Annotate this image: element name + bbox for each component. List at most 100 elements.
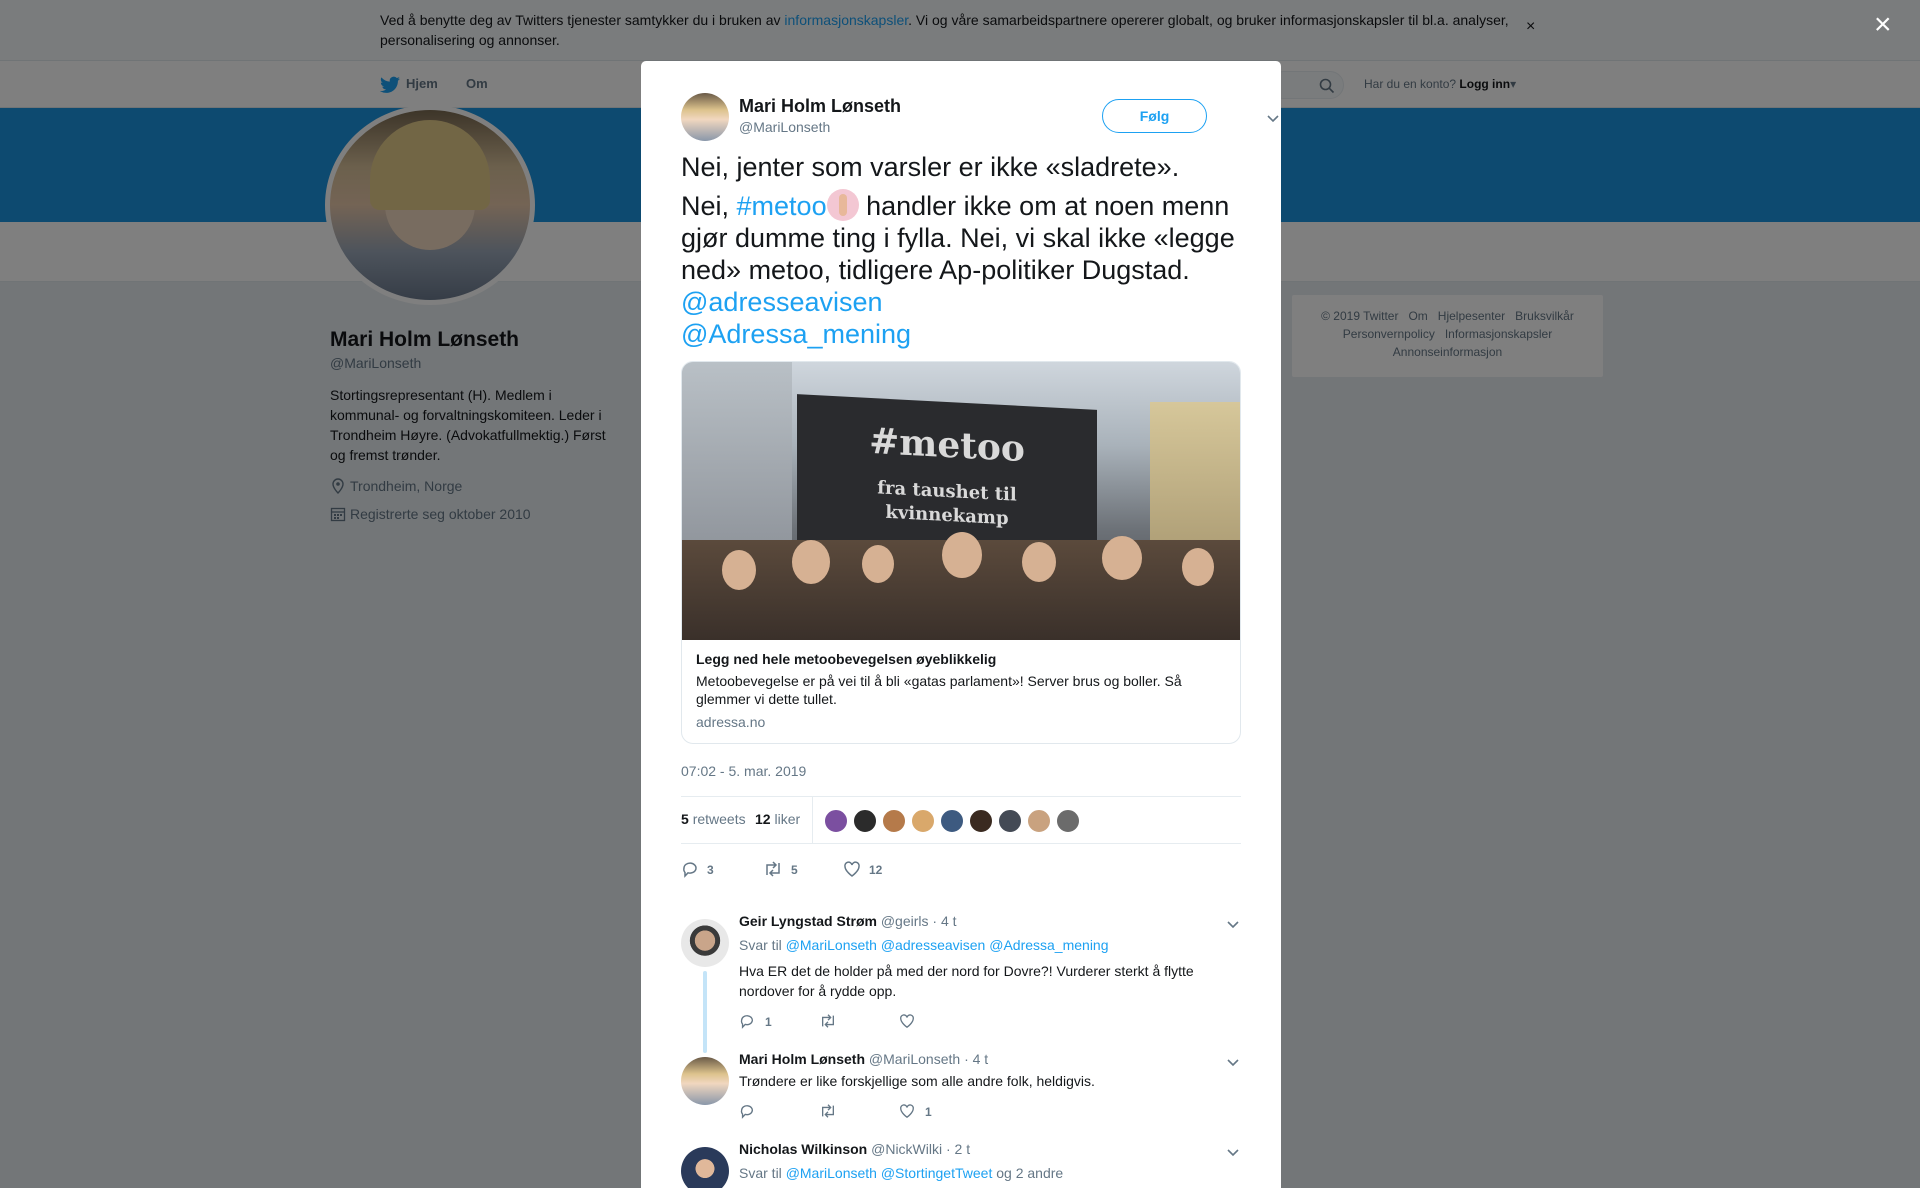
retweet-action[interactable] [819,1013,847,1029]
reply-action[interactable]: 1 [739,1013,772,1029]
reply-to-label: Svar til [739,1165,782,1181]
tweet-line-1: Nei, jenter som varsler er ikke «sladret… [681,152,1180,182]
like-action[interactable] [899,1013,925,1029]
liker-avatar[interactable] [998,809,1022,833]
reply-avatar[interactable] [681,1147,729,1188]
tweet-text: Nei, jenter som varsler er ikke «sladret… [681,151,1246,350]
tweet-header: Mari Holm Lønseth @MariLonseth Følg [681,93,1279,141]
card-title: Legg ned hele metoobevegelsen øyeblikkel… [696,651,997,667]
reply-author-name: Geir Lyngstad Strøm [739,913,877,929]
follow-button[interactable]: Følg [1102,99,1207,133]
tweet-modal: Mari Holm Lønseth @MariLonseth Følg Nei,… [641,61,1281,1188]
reply-time: · 4 t [932,913,957,929]
reply-avatar[interactable] [681,919,729,967]
heart-icon [844,861,860,877]
retweet-icon [822,1104,834,1118]
reply-author-name: Nicholas Wilkinson [739,1141,868,1157]
retweet-action[interactable] [819,1103,847,1119]
likes-stat[interactable]: 12 liker [755,811,800,827]
retweet-icon [822,1014,834,1028]
card-banner-subtitle: fra taushet til kvinnekamp [797,472,1097,536]
likes-count: 12 [755,811,771,827]
reply-to-mention[interactable]: @Adressa_mening [989,937,1108,953]
retweets-label: retweets [692,811,746,827]
author-handle[interactable]: @MariLonseth [739,119,830,135]
reply-to-mention[interactable]: @adresseavisen [881,937,986,953]
reply-count: 3 [707,863,714,877]
like-count: 12 [869,863,883,877]
mention-adresseavisen-link[interactable]: @adresseavisen [681,287,883,317]
retweets-stat[interactable]: 5 retweets [681,811,746,827]
reply-time: · 4 t [964,1051,989,1067]
liker-avatar[interactable] [969,809,993,833]
heart-icon [900,1104,914,1119]
retweets-count: 5 [681,811,689,827]
author-name[interactable]: Mari Holm Lønseth [739,96,901,117]
liker-avatar[interactable] [882,809,906,833]
tweet-actions: 3 5 12 [681,856,1241,886]
thread-line [703,971,707,1053]
reply-to-suffix: og 2 andre [996,1165,1064,1181]
reply-avatar[interactable] [681,1057,729,1105]
reply-to: Svar til @MariLonseth @StortingetTweet o… [739,1165,1063,1181]
card-banner-sub2: kvinnekamp [885,501,1009,530]
card-image-banner: #metoo fra taushet til kvinnekamp [797,394,1097,560]
chevron-down-icon[interactable] [1226,1055,1240,1069]
reply-tweet[interactable]: Mari Holm Lønseth @MariLonseth · 4 t Trø… [681,1051,1241,1141]
reply-text: Trøndere er like forskjellige som alle a… [739,1073,1095,1089]
reply-count: 1 [765,1015,772,1029]
reply-text: Hva ER det de holder på med der nord for… [739,963,1194,999]
liker-avatar[interactable] [1056,809,1080,833]
reply-author[interactable]: Geir Lyngstad Strøm @geirls · 4 t [739,913,957,929]
retweet-icon [766,861,780,877]
reply-action[interactable]: 3 [681,860,714,878]
reply-actions: 1 [739,1103,1139,1123]
hashtag-link[interactable]: #metoo [737,191,827,221]
close-modal-icon[interactable]: × [1874,10,1892,40]
reply-author-handle: @NickWilki [871,1141,943,1157]
reply-to-mention[interactable]: @MariLonseth [786,1165,877,1181]
tweet-timestamp[interactable]: 07:02 - 5. mar. 2019 [681,763,806,779]
reply-to-mention[interactable]: @StortingetTweet [881,1165,993,1181]
reply-actions: 1 [739,1013,1139,1033]
liker-avatar[interactable] [853,809,877,833]
chevron-down-icon[interactable] [1226,917,1240,931]
card-banner-title: #metoo [869,419,1025,471]
reply-icon [740,1015,753,1029]
reply-tweet[interactable]: Nicholas Wilkinson @NickWilki · 2 t Svar… [681,1141,1241,1188]
reply-time: · 2 t [946,1141,971,1157]
liker-avatar[interactable] [911,809,935,833]
card-domain: adressa.no [696,714,766,730]
heart-icon [900,1014,914,1029]
reply-to: Svar til @MariLonseth @adresseavisen @Ad… [739,937,1109,953]
reply-author-handle: @MariLonseth [868,1051,961,1067]
like-action[interactable]: 1 [899,1103,932,1119]
liker-avatar[interactable] [824,809,848,833]
reply-icon [740,1105,753,1119]
stat-divider [812,797,813,843]
reply-tweet[interactable]: Geir Lyngstad Strøm @geirls · 4 t Svar t… [681,913,1241,1053]
like-action[interactable]: 12 [843,860,882,878]
likes-label: liker [774,811,801,827]
reply-icon [683,862,697,878]
chevron-down-icon[interactable] [1266,111,1280,125]
reply-author-handle: @geirls [880,913,929,929]
card-description: Metoobevegelse er på vei til å bli «gata… [696,673,1182,707]
author-avatar[interactable] [681,93,729,141]
card-image: #metoo fra taushet til kvinnekamp [682,362,1240,640]
retweet-action[interactable]: 5 [763,860,798,878]
card-banner-sub1: fra taushet til [877,477,1017,506]
mention-adressa-mening-link[interactable]: @Adressa_mening [681,319,911,349]
link-preview-card[interactable]: #metoo fra taushet til kvinnekamp Legg ne… [681,361,1241,744]
chevron-down-icon[interactable] [1226,1145,1240,1159]
tweet-nei: Nei, [681,191,737,221]
reply-author[interactable]: Nicholas Wilkinson @NickWilki · 2 t [739,1141,970,1157]
reply-action[interactable] [739,1103,765,1119]
reply-to-label: Svar til [739,937,782,953]
like-count: 1 [925,1105,932,1119]
liker-avatar[interactable] [1027,809,1051,833]
liker-avatar[interactable] [940,809,964,833]
retweet-count: 5 [791,863,798,877]
reply-to-mention[interactable]: @MariLonseth [786,937,877,953]
reply-author[interactable]: Mari Holm Lønseth @MariLonseth · 4 t [739,1051,988,1067]
